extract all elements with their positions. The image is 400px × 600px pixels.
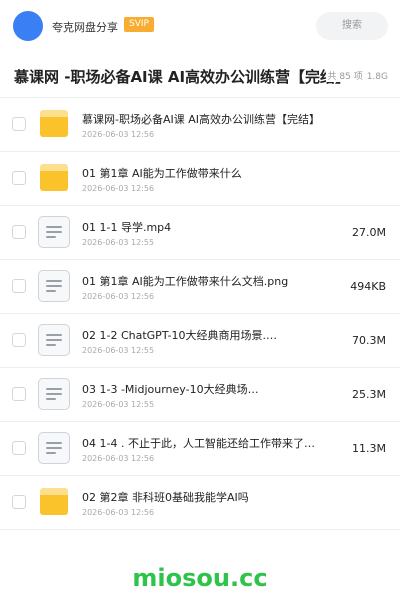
- app-brand: 夸克网盘分享: [52, 21, 118, 34]
- user-avatar[interactable]: [13, 11, 43, 41]
- file-date: 2026-06-03 12:55: [82, 400, 155, 409]
- select-checkbox[interactable]: [12, 495, 26, 509]
- file-name: 01 1-1 导学.mp4: [82, 221, 172, 234]
- file-icon: [38, 216, 70, 248]
- select-checkbox[interactable]: [12, 225, 26, 239]
- file-row[interactable]: 02 1-2 ChatGPT-10大经典商用场景.… 2026-06-03 12:…: [0, 314, 400, 368]
- item-count: 共 85 项: [327, 72, 363, 82]
- file-icon: [38, 378, 70, 410]
- total-size: 1.8G: [366, 72, 388, 82]
- file-name: 04 1-4 . 不止于此，人工智能还给工作带来了…: [82, 437, 315, 450]
- file-row[interactable]: 01 1-1 导学.mp4 2026-06-03 12:55 27.0M: [0, 206, 400, 260]
- file-name: 02 1-2 ChatGPT-10大经典商用场景.…: [82, 329, 277, 342]
- file-name: 慕课网-职场必备AI课 AI高效办公训练营【完结】: [82, 113, 321, 126]
- folder-row[interactable]: 慕课网-职场必备AI课 AI高效办公训练营【完结】 2026-06-03 12:5…: [0, 98, 400, 152]
- file-row[interactable]: 03 1-3 -Midjourney-10大经典场… 2026-06-03 12:…: [0, 368, 400, 422]
- file-size: 11.3M: [352, 442, 386, 455]
- select-checkbox[interactable]: [12, 279, 26, 293]
- file-date: 2026-06-03 12:56: [82, 454, 155, 463]
- folder-icon: [38, 162, 70, 194]
- folder-stats: 共 85 项 1.8G: [325, 69, 388, 82]
- file-date: 2026-06-03 12:55: [82, 346, 155, 355]
- select-checkbox[interactable]: [12, 441, 26, 455]
- file-size: 494KB: [350, 280, 386, 293]
- search-button[interactable]: 搜索: [316, 12, 388, 40]
- svip-badge: SVIP: [124, 17, 154, 32]
- page-title: 慕课网 -职场必备AI课 AI高效办公训练营【完结】: [14, 68, 351, 86]
- top-bar: 夸克网盘分享 SVIP 搜索: [0, 0, 400, 52]
- select-checkbox[interactable]: [12, 333, 26, 347]
- folder-icon: [38, 486, 70, 518]
- watermark: miosou.cc: [132, 564, 268, 592]
- file-size: 25.3M: [352, 388, 386, 401]
- file-name: 01 第1章 AI能为工作做带来什么: [82, 167, 242, 180]
- select-checkbox[interactable]: [12, 117, 26, 131]
- file-icon: [38, 432, 70, 464]
- select-checkbox[interactable]: [12, 387, 26, 401]
- folder-header: 慕课网 -职场必备AI课 AI高效办公训练营【完结】 共 85 项 1.8G: [0, 52, 400, 98]
- file-name: 02 第2章 非科班0基础我能学AI吗: [82, 491, 249, 504]
- file-row[interactable]: 01 第1章 AI能为工作做带来什么文档.png 2026-06-03 12:56…: [0, 260, 400, 314]
- select-checkbox[interactable]: [12, 171, 26, 185]
- file-row[interactable]: 04 1-4 . 不止于此，人工智能还给工作带来了… 2026-06-03 12:…: [0, 422, 400, 476]
- file-date: 2026-06-03 12:55: [82, 238, 155, 247]
- file-name: 03 1-3 -Midjourney-10大经典场…: [82, 383, 259, 396]
- file-icon: [38, 324, 70, 356]
- file-date: 2026-06-03 12:56: [82, 130, 155, 139]
- file-name: 01 第1章 AI能为工作做带来什么文档.png: [82, 275, 289, 288]
- file-size: 27.0M: [352, 226, 386, 239]
- folder-row[interactable]: 01 第1章 AI能为工作做带来什么 2026-06-03 12:56: [0, 152, 400, 206]
- file-size: 70.3M: [352, 334, 386, 347]
- file-date: 2026-06-03 12:56: [82, 292, 155, 301]
- folder-row[interactable]: 02 第2章 非科班0基础我能学AI吗 2026-06-03 12:56: [0, 476, 400, 530]
- file-date: 2026-06-03 12:56: [82, 508, 155, 517]
- file-list: 慕课网-职场必备AI课 AI高效办公训练营【完结】 2026-06-03 12:5…: [0, 98, 400, 530]
- folder-icon: [38, 108, 70, 140]
- file-icon: [38, 270, 70, 302]
- file-date: 2026-06-03 12:56: [82, 184, 155, 193]
